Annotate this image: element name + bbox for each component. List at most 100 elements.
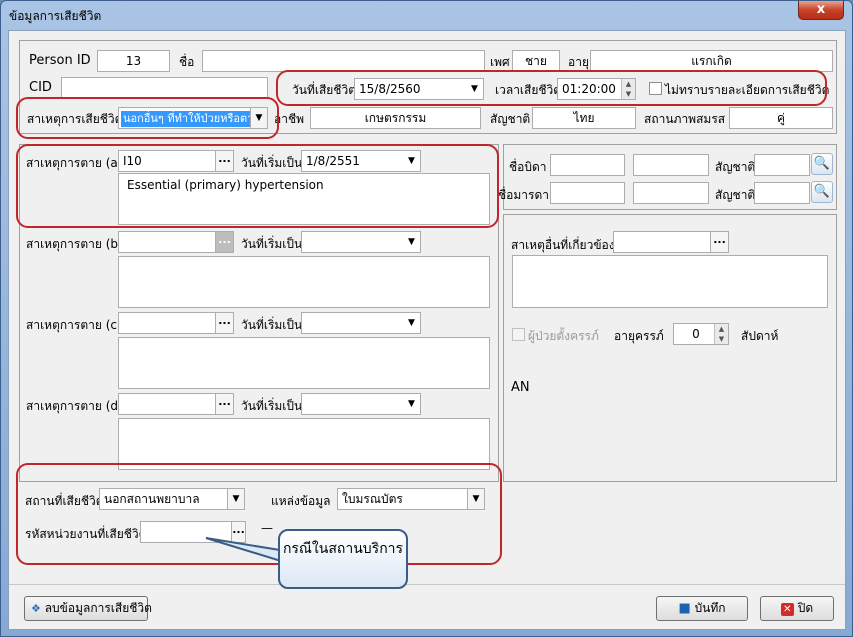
cause-b-description[interactable] bbox=[118, 256, 490, 308]
name-label: ชื่อ bbox=[179, 55, 195, 69]
death-place-combo[interactable]: นอกสถานพยาบาล ▼ bbox=[99, 488, 245, 510]
cause-a-code-field[interactable]: I10 ... bbox=[118, 150, 234, 172]
cause-a-date-value: 1/8/2551 bbox=[306, 154, 360, 168]
cause-b-date-picker[interactable]: ▼ bbox=[301, 231, 421, 253]
callout-in-facility: กรณีในสถานบริการ bbox=[278, 529, 408, 589]
search-icon[interactable]: 🔍 bbox=[811, 181, 833, 203]
gestational-age-label: อายุครรภ์ bbox=[614, 329, 664, 343]
save-button[interactable]: ■ บันทึก bbox=[656, 596, 748, 621]
death-time-label: เวลาเสียชีวิต bbox=[495, 83, 562, 97]
lookup-dots-icon[interactable]: ... bbox=[215, 151, 233, 171]
search-icon[interactable]: 🔍 bbox=[811, 153, 833, 175]
related-cause-code-field[interactable]: ... bbox=[613, 231, 729, 253]
nationality-field[interactable]: ไทย bbox=[532, 107, 636, 129]
close-button-label: ปิด bbox=[797, 601, 814, 615]
pregnant-label: ผู้ป่วยตั้งครรภ์ bbox=[528, 329, 599, 343]
father-last-name-field[interactable] bbox=[633, 154, 709, 176]
sex-field[interactable]: ชาย bbox=[512, 50, 560, 72]
death-time-field[interactable]: 01:20:00 ▲ ▼ bbox=[557, 78, 636, 100]
chevron-down-icon[interactable]: ▼ bbox=[403, 151, 420, 171]
chevron-down-icon[interactable]: ▼ bbox=[403, 313, 420, 333]
spin-down-icon[interactable]: ▼ bbox=[714, 334, 728, 344]
lookup-dots-icon[interactable]: ... bbox=[710, 232, 728, 252]
chevron-down-icon[interactable]: ▼ bbox=[467, 489, 484, 509]
related-cause-description[interactable] bbox=[512, 255, 828, 308]
lookup-dots-icon[interactable]: ... bbox=[215, 232, 233, 252]
person-id-field[interactable]: 13 bbox=[97, 50, 170, 72]
cause-a-date-picker[interactable]: 1/8/2551 ▼ bbox=[301, 150, 421, 172]
pregnant-checkbox[interactable] bbox=[512, 328, 525, 341]
mother-nationality-field[interactable] bbox=[754, 182, 810, 204]
delete-button-label: ลบข้อมูลการเสียชีวิต bbox=[44, 601, 152, 615]
occupation-label: อาชีพ bbox=[274, 112, 304, 126]
cause-a-description[interactable]: Essential (primary) hypertension bbox=[118, 173, 490, 225]
lookup-dots-icon[interactable]: ... bbox=[215, 313, 233, 333]
chevron-down-icon[interactable]: ▼ bbox=[250, 108, 267, 128]
cause-d-date-picker[interactable]: ▼ bbox=[301, 393, 421, 415]
chevron-down-icon[interactable]: ▼ bbox=[403, 394, 420, 414]
data-source-value: ใบมรณบัตร bbox=[342, 492, 403, 506]
occupation-field[interactable]: เกษตรกรรม bbox=[310, 107, 481, 129]
unknown-details-label: ไม่ทราบรายละเอียดการเสียชีวิต bbox=[665, 83, 830, 97]
nationality-label: สัญชาติ bbox=[490, 112, 531, 126]
marital-field[interactable]: คู่ bbox=[729, 107, 833, 129]
death-cause-value: นอกอื่นๆ ที่ทำให้ป่วยหรือตาย bbox=[121, 111, 262, 127]
age-label: อายุ bbox=[568, 55, 589, 69]
death-cause-label: สาเหตุการเสียชีวิต bbox=[27, 112, 123, 126]
lookup-dots-icon[interactable]: ... bbox=[215, 394, 233, 414]
mother-last-name-field[interactable] bbox=[633, 182, 709, 204]
spin-up-icon[interactable]: ▲ bbox=[621, 79, 635, 89]
spin-down-icon[interactable]: ▼ bbox=[621, 89, 635, 99]
dialog-client: Person ID 13 ชื่อ เพศ ชาย อายุ แรกเกิด C… bbox=[8, 30, 846, 630]
cause-d-description[interactable] bbox=[118, 418, 490, 470]
cause-c-label: สาเหตุการตาย (c) bbox=[26, 318, 122, 332]
time-spinner[interactable]: ▲ ▼ bbox=[621, 79, 635, 99]
name-field[interactable] bbox=[202, 50, 485, 72]
cause-b-label: สาเหตุการตาย (b) bbox=[26, 237, 123, 251]
cause-c-description[interactable] bbox=[118, 337, 490, 389]
father-nationality-field[interactable] bbox=[754, 154, 810, 176]
delete-record-icon: ❖ bbox=[31, 602, 41, 615]
cause-d-code-field[interactable]: ... bbox=[118, 393, 234, 415]
spin-up-icon[interactable]: ▲ bbox=[714, 324, 728, 334]
father-first-name-field[interactable] bbox=[550, 154, 625, 176]
data-source-label: แหล่งข้อมูล bbox=[271, 494, 331, 508]
cause-d-label: สาเหตุการตาย (d) bbox=[26, 399, 123, 413]
death-date-picker[interactable]: 15/8/2560 ▼ bbox=[354, 78, 484, 100]
close-window-button[interactable]: x bbox=[798, 1, 844, 20]
cause-b-code-field[interactable]: ... bbox=[118, 231, 234, 253]
death-time-value: 01:20:00 bbox=[562, 82, 616, 96]
close-button[interactable]: ✕ ปิด bbox=[760, 596, 834, 621]
close-x-icon: ✕ bbox=[780, 603, 794, 616]
cid-field[interactable] bbox=[61, 77, 268, 99]
cause-c-code-field[interactable]: ... bbox=[118, 312, 234, 334]
gestational-age-field[interactable]: 0 ▲ ▼ bbox=[673, 323, 729, 345]
cause-c-date-label: วันที่เริ่มเป็น bbox=[241, 318, 303, 332]
marital-label: สถานภาพสมรส bbox=[644, 112, 726, 126]
chevron-down-icon[interactable]: ▼ bbox=[227, 489, 244, 509]
cid-label: CID bbox=[29, 80, 52, 95]
data-source-combo[interactable]: ใบมรณบัตร ▼ bbox=[337, 488, 485, 510]
window-title: ข้อมูลการเสียชีวิต bbox=[9, 9, 102, 23]
save-disk-icon: ■ bbox=[678, 601, 691, 616]
cause-c-date-picker[interactable]: ▼ bbox=[301, 312, 421, 334]
mother-label: ชื่อมารดา bbox=[498, 188, 549, 202]
save-button-label: บันทึก bbox=[694, 601, 726, 615]
death-date-label: วันที่เสียชีวิต bbox=[292, 83, 356, 97]
cause-a-label: สาเหตุการตาย (a) bbox=[26, 156, 123, 170]
cause-a-code-value: I10 bbox=[123, 154, 142, 168]
death-place-value: นอกสถานพยาบาล bbox=[104, 492, 200, 506]
age-field[interactable]: แรกเกิด bbox=[590, 50, 833, 72]
delete-death-record-button[interactable]: ❖ ลบข้อมูลการเสียชีวิต bbox=[24, 596, 152, 621]
cause-b-date-label: วันที่เริ่มเป็น bbox=[241, 237, 303, 251]
person-id-label: Person ID bbox=[29, 53, 91, 68]
dialog-window: ข้อมูลการเสียชีวิต x Person ID 13 ชื่อ เ… bbox=[0, 0, 853, 637]
chevron-down-icon[interactable]: ▼ bbox=[466, 79, 483, 99]
mother-first-name-field[interactable] bbox=[550, 182, 625, 204]
death-place-label: สถานที่เสียชีวิต bbox=[25, 494, 104, 508]
death-cause-combo[interactable]: นอกอื่นๆ ที่ทำให้ป่วยหรือตาย ▼ bbox=[118, 107, 268, 129]
gestational-age-spinner[interactable]: ▲ ▼ bbox=[714, 324, 728, 344]
footer-divider bbox=[9, 584, 845, 585]
chevron-down-icon[interactable]: ▼ bbox=[403, 232, 420, 252]
unknown-details-checkbox[interactable] bbox=[649, 82, 662, 95]
